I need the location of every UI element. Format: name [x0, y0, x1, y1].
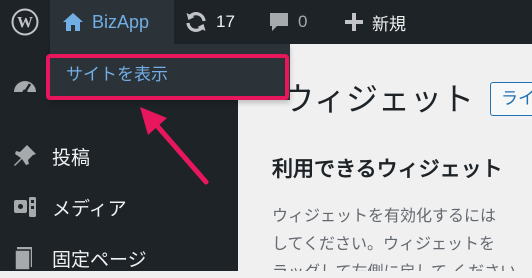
annotation-arrow-icon [140, 107, 209, 185]
